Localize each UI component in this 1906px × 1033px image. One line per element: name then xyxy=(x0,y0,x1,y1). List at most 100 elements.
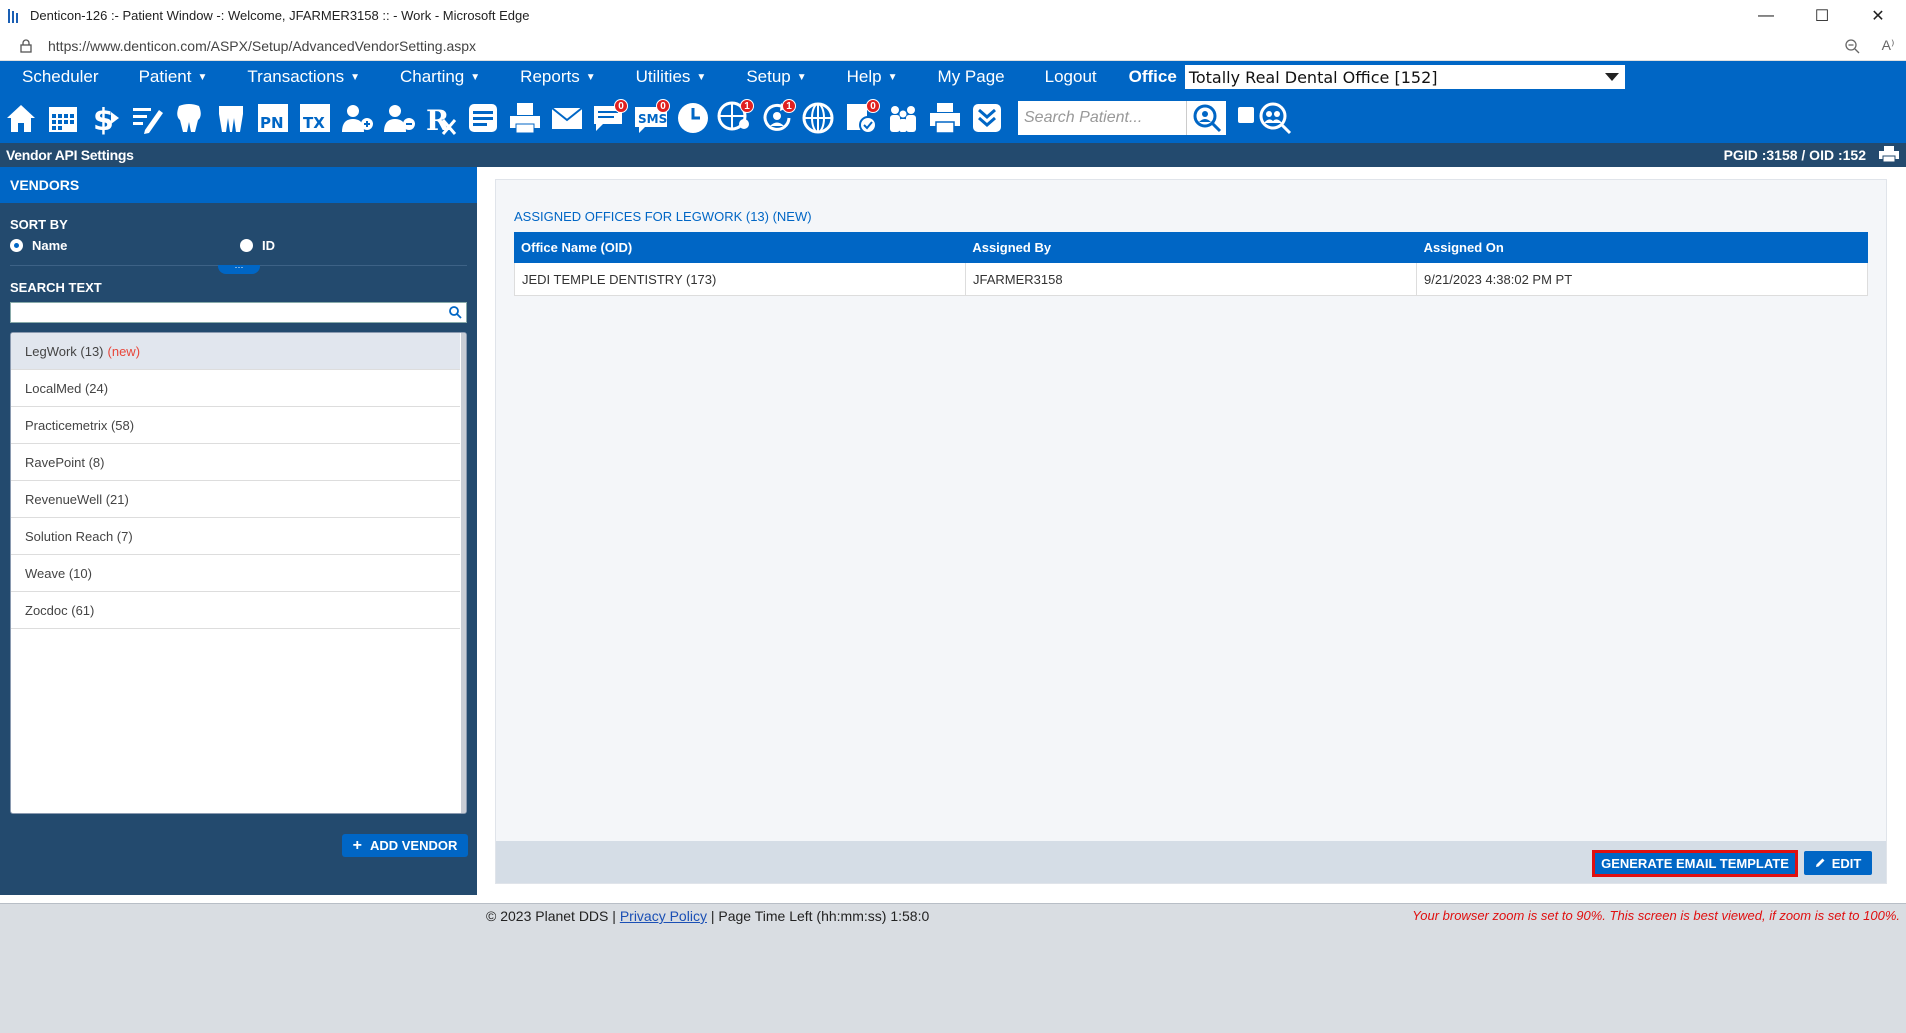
edit-label: EDIT xyxy=(1831,855,1862,871)
search-patient-icon[interactable] xyxy=(1186,101,1226,135)
new-tag: (new) xyxy=(107,343,141,359)
action-bar: GENERATE EMAIL TEMPLATE EDIT xyxy=(496,841,1886,883)
nav-scheduler[interactable]: Scheduler xyxy=(0,67,99,87)
clock-icon[interactable] xyxy=(672,97,714,139)
vendor-name: Weave (10) xyxy=(25,565,92,581)
home-icon[interactable] xyxy=(0,97,42,139)
svg-text:SMS: SMS xyxy=(638,112,667,126)
pn-icon[interactable]: PN xyxy=(252,97,294,139)
read-aloud-icon[interactable]: A⁾ xyxy=(1870,37,1906,54)
window-title: Denticon-126 :- Patient Window -: Welcom… xyxy=(30,8,530,23)
close-button[interactable]: ✕ xyxy=(1850,0,1906,31)
rx-icon[interactable]: R xyxy=(420,97,462,139)
svg-text:PN: PN xyxy=(260,114,284,132)
vendor-item-zocdoc[interactable]: Zocdoc (61) xyxy=(11,592,460,629)
add-vendor-button[interactable]: + ADD VENDOR xyxy=(342,834,468,857)
refresh-user-icon[interactable]: 1 xyxy=(756,97,798,139)
family-icon[interactable] xyxy=(882,97,924,139)
vendor-search-input[interactable] xyxy=(10,302,467,323)
sort-by-name-radio[interactable]: Name xyxy=(10,238,240,253)
page-time-left: Page Time Left (hh:mm:ss) 1:58:0 xyxy=(718,908,930,924)
page-title: Vendor API Settings xyxy=(6,147,134,163)
vendor-list-scrollbar[interactable] xyxy=(461,333,466,813)
patient-group-search-icon[interactable] xyxy=(1254,97,1296,139)
zoom-out-icon[interactable] xyxy=(1834,38,1870,54)
url-field[interactable]: https://www.denticon.com/ASPX/Setup/Adva… xyxy=(48,38,1834,54)
copyright-line: © 2023 Planet DDS | Privacy Policy | Pag… xyxy=(486,908,930,924)
vendor-item-legwork[interactable]: LegWork (13) (new) xyxy=(11,333,460,370)
vendor-name: Practicemetrix (58) xyxy=(25,417,135,433)
search-text-label: SEARCH TEXT xyxy=(10,280,102,295)
vendor-item-practicemetrix[interactable]: Practicemetrix (58) xyxy=(11,407,460,444)
edit-button[interactable]: EDIT xyxy=(1804,851,1872,875)
globe-user-badge: 1 xyxy=(740,99,754,113)
maximize-button[interactable]: ☐ xyxy=(1794,0,1850,31)
svg-text:TX: TX xyxy=(303,114,325,132)
messages-badge: 0 xyxy=(614,99,628,113)
teeth-icon[interactable] xyxy=(210,97,252,139)
assigned-offices-table: Office Name (OID) Assigned By Assigned O… xyxy=(514,232,1868,296)
messages-icon[interactable]: 0 xyxy=(588,97,630,139)
search-patient-input[interactable]: Search Patient... xyxy=(1018,101,1186,135)
refresh-user-badge: 1 xyxy=(782,99,796,113)
cell-assigned-on: 9/21/2023 4:38:02 PM PT xyxy=(1416,263,1867,295)
cell-office-name: JEDI TEMPLE DENTISTRY (173) xyxy=(522,271,717,287)
main-nav: Scheduler Patient ▼ Transactions ▼ Chartin… xyxy=(0,61,1906,93)
office-select[interactable]: Totally Real Dental Office [152] xyxy=(1184,65,1625,89)
vendor-name: LocalMed (24) xyxy=(25,380,109,396)
privacy-policy-link[interactable]: Privacy Policy xyxy=(620,908,707,924)
nav-help[interactable]: Help ▼ xyxy=(825,67,898,87)
search-icon[interactable] xyxy=(448,305,462,324)
main-panel: ASSIGNED OFFICES FOR LEGWORK (13) (NEW) … xyxy=(477,167,1906,895)
radio-unselected-icon xyxy=(240,239,253,252)
vendor-item-weave[interactable]: Weave (10) xyxy=(11,555,460,592)
edit-list-icon[interactable] xyxy=(126,97,168,139)
printer-icon[interactable] xyxy=(924,97,966,139)
print-icon[interactable] xyxy=(1878,145,1900,166)
nav-reports[interactable]: Reports ▼ xyxy=(498,67,595,87)
vendor-item-localmed[interactable]: LocalMed (24) xyxy=(11,370,460,407)
table-row[interactable]: JEDI TEMPLE DENTISTRY (173) JFARMER3158 … xyxy=(514,263,1868,296)
patients-icon[interactable] xyxy=(378,97,420,139)
nav-my-page[interactable]: My Page xyxy=(916,67,1005,87)
dollar-icon[interactable]: $ xyxy=(84,97,126,139)
nav-charting[interactable]: Charting ▼ xyxy=(378,67,480,87)
printer-doc-icon[interactable] xyxy=(504,97,546,139)
tx-icon[interactable]: TX xyxy=(294,97,336,139)
tooth-icon[interactable] xyxy=(168,97,210,139)
collapse-grip-icon[interactable]: ⋯ xyxy=(218,263,260,274)
sms-icon[interactable]: SMS 0 xyxy=(630,97,672,139)
svg-text:$: $ xyxy=(93,103,114,136)
nav-utilities[interactable]: Utilities ▼ xyxy=(614,67,707,87)
column-header-assigned-on[interactable]: Assigned On xyxy=(1417,232,1868,263)
chevron-down-icon xyxy=(1604,73,1619,81)
add-patient-icon[interactable] xyxy=(336,97,378,139)
lock-icon[interactable] xyxy=(20,38,34,53)
nav-patient[interactable]: Patient ▼ xyxy=(117,67,208,87)
doc-check-icon[interactable]: 0 xyxy=(840,97,882,139)
email-icon[interactable] xyxy=(546,97,588,139)
nav-logout[interactable]: Logout xyxy=(1023,67,1097,87)
vendor-item-ravepoint[interactable]: RavePoint (8) xyxy=(11,444,460,481)
nav-transactions[interactable]: Transactions ▼ xyxy=(225,67,360,87)
generate-email-template-button[interactable]: GENERATE EMAIL TEMPLATE xyxy=(1592,850,1798,877)
footer-divider xyxy=(0,895,1906,904)
minimize-button[interactable]: — xyxy=(1738,0,1794,31)
vendor-name: Zocdoc (61) xyxy=(25,602,95,618)
calendar-icon[interactable] xyxy=(42,97,84,139)
column-header-assigned-by[interactable]: Assigned By xyxy=(965,232,1416,263)
assigned-offices-panel: ASSIGNED OFFICES FOR LEGWORK (13) (NEW) … xyxy=(495,179,1887,884)
sort-by-id-radio[interactable]: ID xyxy=(240,238,275,253)
globe-user-icon[interactable]: 1 xyxy=(714,97,756,139)
download-icon[interactable] xyxy=(966,97,1008,139)
vendor-item-solution-reach[interactable]: Solution Reach (7) xyxy=(11,518,460,555)
vendor-item-revenuewell[interactable]: RevenueWell (21) xyxy=(11,481,460,518)
nav-setup[interactable]: Setup ▼ xyxy=(724,67,806,87)
sort-name-label: Name xyxy=(32,238,68,253)
sidebar-divider: ⋯ xyxy=(10,263,467,274)
column-header-office-name[interactable]: Office Name (OID) xyxy=(514,232,965,263)
notes-icon[interactable] xyxy=(462,97,504,139)
globe-icon[interactable] xyxy=(798,97,840,139)
assigned-offices-title: ASSIGNED OFFICES FOR LEGWORK (13) (NEW) xyxy=(514,209,812,224)
toolbar-checkbox[interactable] xyxy=(1238,107,1254,123)
